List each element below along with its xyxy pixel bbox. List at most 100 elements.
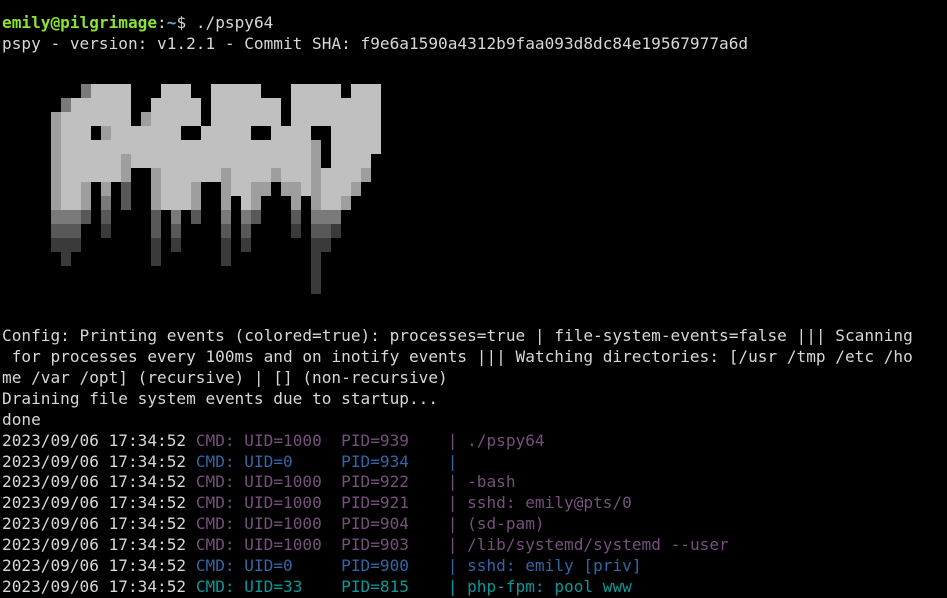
logo-pixel	[371, 84, 381, 98]
event-row: 2023/09/06 17:34:52 CMD: UID=1000 PID=90…	[2, 535, 947, 556]
logo-pixel	[351, 126, 361, 140]
logo-pixel	[171, 112, 181, 126]
logo-pixel	[341, 182, 351, 196]
logo-pixel	[71, 182, 81, 196]
logo-pixel	[121, 168, 131, 182]
logo-blank	[231, 196, 241, 210]
logo-blank	[81, 238, 91, 252]
logo-blank	[371, 224, 381, 238]
logo-pixel	[121, 84, 131, 98]
logo-pixel	[281, 182, 291, 196]
logo-pixel	[261, 112, 271, 126]
logo-blank	[211, 182, 221, 196]
logo-pixel	[171, 224, 181, 238]
logo-pixel	[241, 182, 251, 196]
logo-pixel	[61, 238, 71, 252]
event-command: CMD: UID=0 PID=900 | sshd: emily [priv]	[195, 556, 642, 576]
logo-pixel	[311, 182, 321, 196]
logo-pixel	[51, 196, 61, 210]
logo-blank	[231, 238, 241, 252]
logo-pixel	[151, 238, 161, 252]
logo-pixel	[291, 196, 301, 210]
prompt-path: ~	[166, 12, 177, 32]
logo-blank	[191, 280, 201, 294]
logo-blank	[271, 252, 281, 266]
logo-pixel	[261, 98, 271, 112]
logo-pixel	[201, 140, 211, 154]
logo-blank	[281, 98, 291, 112]
logo-pixel	[81, 112, 91, 126]
logo-blank	[121, 252, 131, 266]
logo-blank	[81, 266, 91, 280]
logo-pixel	[131, 140, 141, 154]
logo-pixel	[281, 168, 291, 182]
logo-blank	[141, 182, 151, 196]
logo-blank	[261, 210, 271, 224]
logo-pixel	[221, 210, 231, 224]
logo-blank	[381, 196, 391, 210]
logo-blank	[181, 252, 191, 266]
logo-blank	[41, 280, 51, 294]
logo-pixel	[301, 168, 311, 182]
logo-pixel	[331, 112, 341, 126]
logo-pixel	[131, 126, 141, 140]
logo-blank	[301, 266, 311, 280]
logo-pixel	[61, 182, 71, 196]
logo-blank	[381, 280, 391, 294]
logo-pixel	[61, 126, 71, 140]
logo-blank	[321, 252, 331, 266]
logo-pixel	[121, 154, 131, 168]
logo-pixel	[151, 182, 161, 196]
logo-blank	[81, 224, 91, 238]
logo-blank	[181, 126, 191, 140]
partial-top-line	[2, 0, 947, 13]
logo-pixel	[111, 112, 121, 126]
logo-blank	[241, 280, 251, 294]
logo-pixel	[151, 140, 161, 154]
logo-pixel	[221, 168, 231, 182]
logo-pixel	[151, 98, 161, 112]
logo-pixel	[71, 196, 81, 210]
logo-pixel	[101, 168, 111, 182]
logo-pixel	[121, 140, 131, 154]
logo-pixel	[111, 140, 121, 154]
logo-blank	[231, 224, 241, 238]
logo-pixel	[131, 154, 141, 168]
logo-blank	[201, 210, 211, 224]
logo-pixel	[181, 196, 191, 210]
logo-pixel	[311, 154, 321, 168]
event-row: 2023/09/06 17:34:52 CMD: UID=0 PID=900 |…	[2, 556, 947, 577]
logo-blank	[361, 210, 371, 224]
logo-pixel	[241, 126, 251, 140]
logo-blank	[141, 210, 151, 224]
logo-pixel	[181, 112, 191, 126]
logo-blank	[51, 252, 61, 266]
logo-blank	[141, 196, 151, 210]
logo-pixel	[101, 224, 111, 238]
logo-pixel	[361, 126, 371, 140]
logo-blank	[311, 126, 321, 140]
logo-blank	[41, 140, 51, 154]
config-line: for processes every 100ms and on inotify…	[2, 347, 913, 367]
logo-blank	[191, 224, 201, 238]
logo-pixel	[301, 126, 311, 140]
logo-blank	[281, 210, 291, 224]
logo-pixel	[221, 182, 231, 196]
logo-blank	[51, 266, 61, 280]
logo-pixel	[211, 98, 221, 112]
logo-pixel	[171, 182, 181, 196]
logo-pixel	[371, 98, 381, 112]
logo-pixel	[311, 238, 321, 252]
logo-pixel	[301, 140, 311, 154]
logo-blank	[131, 84, 141, 98]
logo-blank	[201, 98, 211, 112]
logo-pixel	[321, 224, 331, 238]
logo-pixel	[291, 154, 301, 168]
logo-blank	[111, 238, 121, 252]
logo-blank	[41, 182, 51, 196]
logo-pixel	[341, 154, 351, 168]
logo-blank	[51, 98, 61, 112]
logo-blank	[381, 210, 391, 224]
logo-pixel	[231, 84, 241, 98]
logo-blank	[151, 266, 161, 280]
